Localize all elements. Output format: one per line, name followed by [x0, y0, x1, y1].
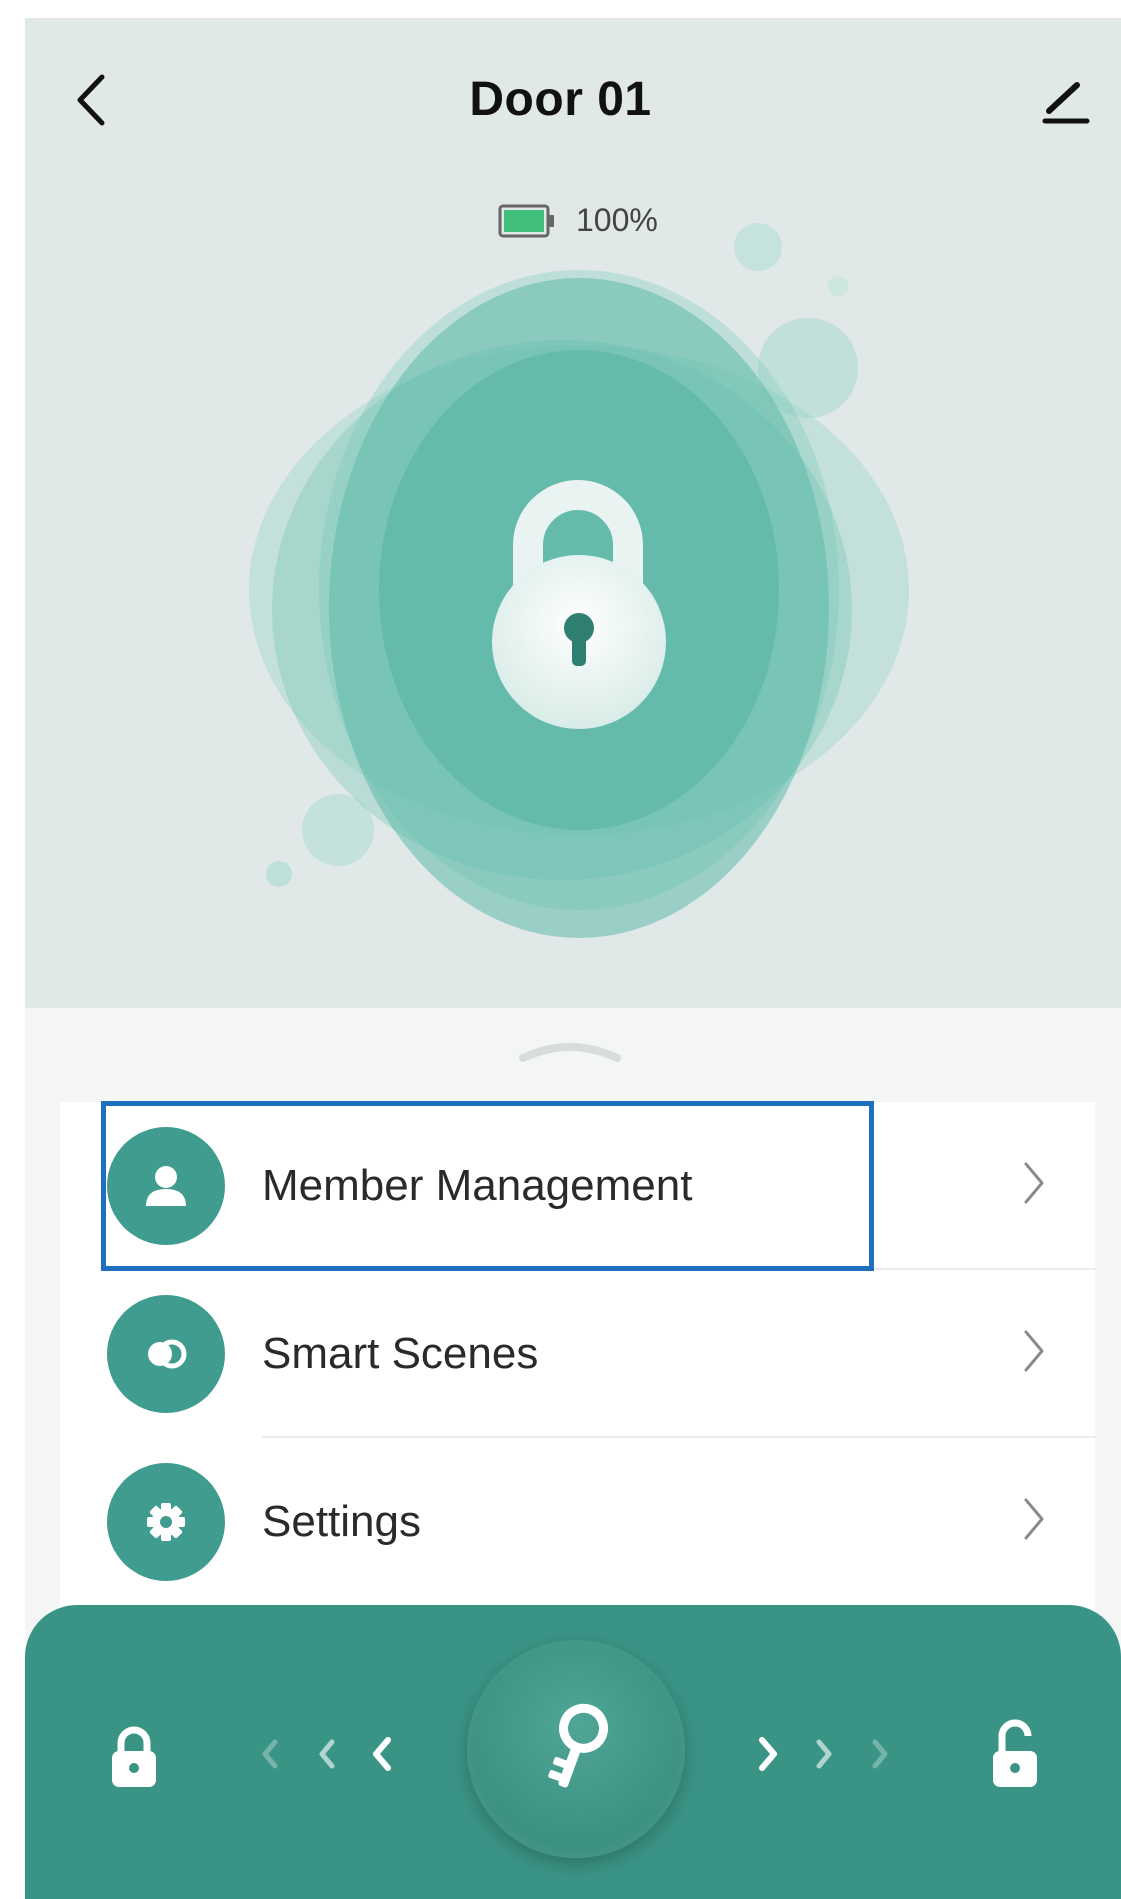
settings-icon-badge: [107, 1463, 225, 1581]
menu-item-label: Smart Scenes: [262, 1329, 539, 1378]
page-title: Door 01: [469, 73, 652, 126]
gear-icon: [147, 1503, 185, 1541]
edit-button[interactable]: [1035, 72, 1095, 132]
bubble: [828, 276, 848, 296]
key-icon: [548, 1703, 609, 1788]
battery-percent: 100%: [576, 202, 658, 238]
scenes-icon: [148, 1339, 187, 1369]
selection-highlight: [101, 1101, 874, 1271]
lock-illustration: [249, 223, 909, 938]
lock-icon[interactable]: [104, 1722, 164, 1792]
key-unlock-button[interactable]: [467, 1640, 685, 1858]
battery-status: 100%: [498, 202, 658, 239]
chevron-right-icon: [1024, 1162, 1044, 1204]
chevrons-right-icon[interactable]: [747, 1726, 897, 1782]
scenes-icon-badge: [107, 1295, 225, 1413]
bubble: [266, 861, 292, 887]
menu-item-smart-scenes[interactable]: Smart Scenes: [60, 1270, 1095, 1438]
pencil-icon: [1042, 82, 1090, 124]
unlock-icon[interactable]: [985, 1716, 1045, 1792]
chevron-right-icon: [1024, 1330, 1044, 1372]
chevrons-left-icon[interactable]: [255, 1726, 405, 1782]
sheet-handle[interactable]: [515, 1030, 625, 1066]
menu-item-settings[interactable]: Settings: [60, 1438, 1095, 1606]
bubble: [734, 223, 782, 271]
menu-item-label: Settings: [262, 1497, 421, 1546]
chevron-right-icon: [1024, 1498, 1044, 1540]
battery-icon: [498, 204, 554, 237]
